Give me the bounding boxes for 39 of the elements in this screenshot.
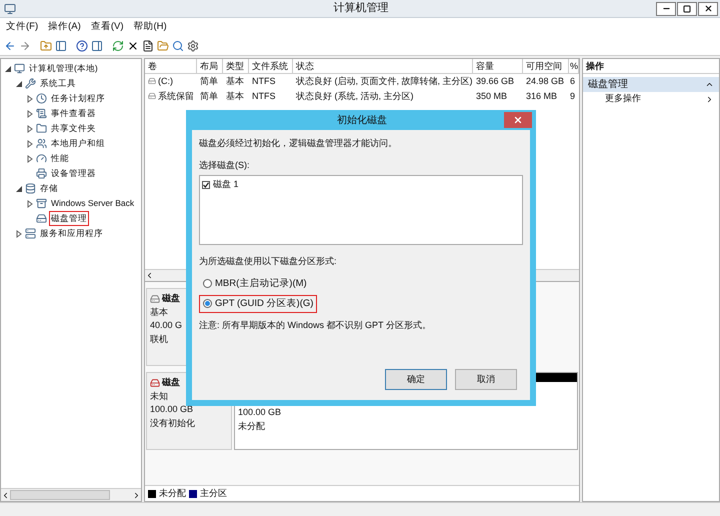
table-cell-text: 350 MB xyxy=(475,90,508,103)
dialog-message: 磁盘必须经过初始化，逻辑磁盘管理器才能访问。 xyxy=(199,137,397,150)
table-cell-text: 9 xyxy=(569,90,576,103)
dialog-note: 注意: 所有早期版本的 Windows 都不识别 GPT 分区形式。 xyxy=(199,319,431,332)
dialog-title: 初始化磁盘 xyxy=(337,114,387,128)
table-cell: (C:) xyxy=(145,74,197,88)
table-cell-text: 简单 xyxy=(199,90,219,103)
table-cell-text: NTFS xyxy=(251,90,276,103)
radio-label: MBR(主启动记录)(M) xyxy=(215,276,307,290)
table-cell-text: NTFS xyxy=(251,74,276,88)
window-title: 计算机管理 xyxy=(334,1,388,16)
table-cell-text: 状态良好 (系统, 活动, 主分区) xyxy=(295,90,414,103)
table-cell-text: 39.66 GB xyxy=(475,74,516,88)
disk-status: 没有初始化 xyxy=(150,416,195,430)
table-cell-text: 316 MB xyxy=(525,90,558,103)
list-label: 选择磁盘(S): xyxy=(199,158,250,172)
partition-label: 未分配 xyxy=(237,420,266,432)
table-cell-text: 24.98 GB xyxy=(525,74,566,88)
disk-type: 基本 xyxy=(150,306,168,318)
table-cell: 系统保留 xyxy=(145,90,197,104)
table-cell-text: 基本 xyxy=(225,90,245,103)
table-cell-text: 状态良好 (启动, 页面文件, 故障转储, 主分区) xyxy=(295,74,473,88)
disk-status: 联机 xyxy=(150,332,168,346)
disk-size: 40.00 G xyxy=(150,319,182,332)
radio-label: GPT (GUID 分区表)(G) xyxy=(215,296,314,311)
partition-size: 100.00 GB xyxy=(237,406,282,419)
table-cell-text: 简单 xyxy=(199,74,219,88)
disk-name: 磁盘 xyxy=(162,292,180,305)
actions-header: 操作 xyxy=(583,59,719,74)
action-label: 更多操作 xyxy=(605,92,641,106)
legend-label: 主分区 xyxy=(200,486,227,500)
disk-size: 100.00 GB xyxy=(150,403,194,416)
table-cell-text: 6 xyxy=(569,74,576,88)
disk-type: 未知 xyxy=(150,390,168,402)
disk-name: 磁盘 xyxy=(162,376,180,389)
table-cell-text: 基本 xyxy=(225,74,245,88)
legend-label: 未分配 xyxy=(159,486,186,500)
section-title: 磁盘管理 xyxy=(588,78,628,92)
partition-style-label: 为所选磁盘使用以下磁盘分区形式: xyxy=(199,255,337,268)
